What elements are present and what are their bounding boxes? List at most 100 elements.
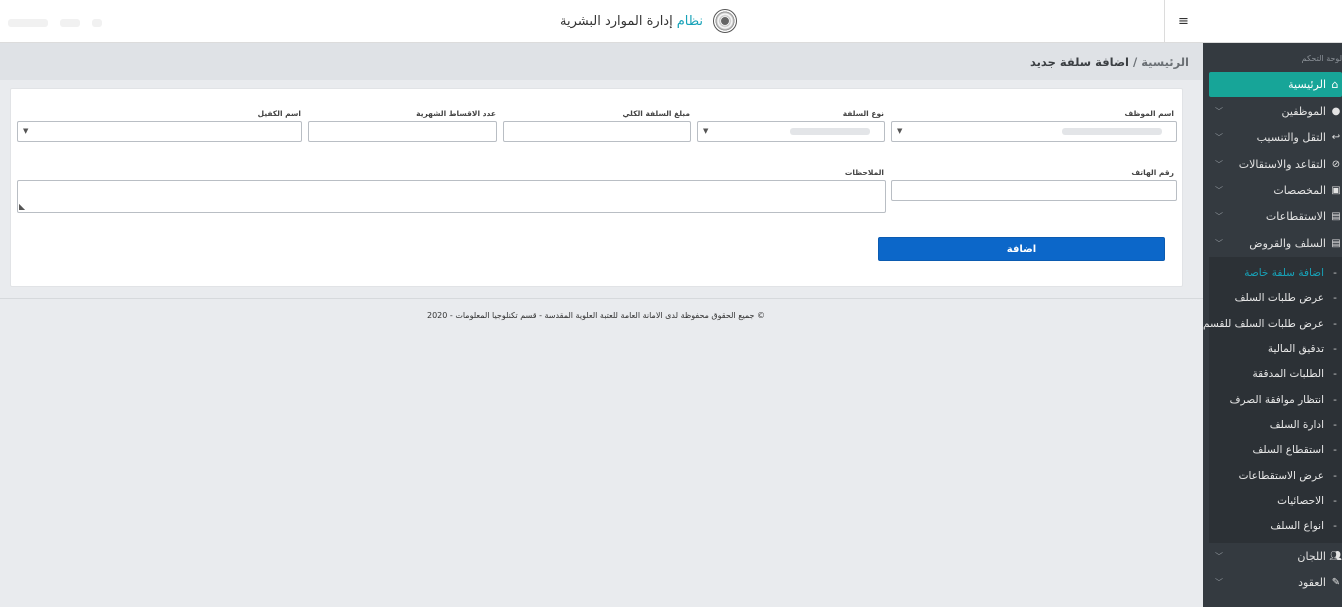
dash-icon: - (1333, 267, 1337, 279)
sidebar: لوحة التحكم ⌂ الرئيسية ● الموظفين ﹀ ↩ ال… (1203, 43, 1342, 607)
file-icon: ▤ (1331, 210, 1341, 222)
user-slash-icon: ⊘ (1331, 158, 1341, 170)
submenu-item-awaiting-disbursement[interactable]: - انتظار موافقة الصرف (1230, 390, 1342, 410)
notes-textarea[interactable]: ◣ (17, 180, 886, 213)
breadcrumb: الرئيسية / اضافة سلفة جديد (0, 43, 1203, 80)
reply-icon: ↩ (1331, 131, 1341, 143)
phone-label: رقم الهاتف (1131, 168, 1174, 177)
sidebar-item-loans[interactable]: ▤ السلف والقروض ﹀ (1211, 232, 1342, 254)
file-icon: ▤ (1331, 237, 1341, 249)
add-button[interactable]: اضافة (878, 237, 1165, 261)
sidebar-caption: لوحة التحكم (1301, 54, 1342, 63)
file-signature-icon: ✎ (1331, 576, 1341, 588)
resize-handle-icon[interactable]: ◣ (19, 202, 28, 211)
submenu-item-label: الطلبات المدققة (1252, 368, 1324, 380)
dash-icon: - (1333, 318, 1337, 330)
sidebar-item-label: العقود (1298, 575, 1326, 589)
chevron-down-icon: ﹀ (1215, 577, 1223, 587)
employee-name-value (1062, 128, 1162, 135)
footer-copyright: © جميع الحقوق محفوظة لدى الامانة العامة … (427, 311, 765, 320)
sidebar-item-committees[interactable]: 👥︎ اللجان ﹀ (1211, 545, 1342, 567)
submenu-item-view-department-requests[interactable]: - عرض طلبات السلف للقسم (1203, 314, 1342, 334)
submenu-item-view-deductions[interactable]: - عرض الاستقطاعات (1239, 466, 1342, 486)
submenu-item-label: عرض طلبات السلف للقسم (1203, 318, 1324, 330)
guarantor-select[interactable]: ▼ (17, 121, 302, 142)
installments-input[interactable] (308, 121, 497, 142)
total-amount-input[interactable] (503, 121, 691, 142)
chevron-down-icon: ﹀ (1215, 551, 1223, 561)
installments-label: عدد الاقساط الشهرية (416, 109, 496, 118)
sidebar-item-label: اللجان (1297, 549, 1326, 563)
submenu-item-loan-deduction[interactable]: - استقطاع السلف (1253, 440, 1342, 460)
submenu-item-add-special-loan[interactable]: - اضافة سلفة خاصة (1244, 263, 1342, 283)
sidebar-item-label: السلف والقروض (1249, 236, 1326, 250)
submenu-item-statistics[interactable]: - الاحصائيات (1277, 491, 1342, 511)
loans-submenu: - اضافة سلفة خاصة - عرض طلبات السلف - عرض ط… (1203, 257, 1342, 543)
user-icon: ● (1331, 105, 1341, 117)
total-amount-label: مبلغ السلفة الكلي (622, 109, 690, 118)
hamburger-menu-icon[interactable]: ≡ (1164, 0, 1202, 42)
notes-label: الملاحظات (844, 168, 884, 177)
chevron-down-icon: ﹀ (1215, 211, 1223, 221)
breadcrumb-home[interactable]: الرئيسية (1141, 55, 1189, 69)
dash-icon: - (1333, 495, 1337, 507)
sidebar-item-contracts[interactable]: ✎ العقود ﹀ (1211, 571, 1342, 593)
chevron-down-icon: ﹀ (1215, 238, 1223, 248)
sidebar-item-employees[interactable]: ● الموظفين ﹀ (1211, 100, 1342, 122)
sidebar-item-allowances[interactable]: ▣ المخصصات ﹀ (1211, 179, 1342, 201)
chevron-down-icon: ﹀ (1215, 106, 1223, 116)
sidebar-item-label: المخصصات (1273, 183, 1326, 197)
submenu-item-label: عرض الاستقطاعات (1238, 470, 1324, 482)
sidebar-item-label: الموظفين (1281, 104, 1326, 118)
brand-highlight: نظام (676, 13, 703, 29)
chevron-down-icon: ﹀ (1215, 159, 1223, 169)
submenu-item-label: استقطاع السلف (1252, 444, 1324, 456)
dash-icon: - (1333, 520, 1337, 532)
phone-input[interactable] (891, 180, 1177, 201)
sidebar-item-home[interactable]: ⌂ الرئيسية (1209, 72, 1342, 97)
sidebar-item-label: التقل والتنسيب (1256, 130, 1326, 144)
chevron-down-icon: ﹀ (1215, 132, 1223, 142)
blurred-user-area (8, 12, 148, 28)
top-header: نظام إدارة الموارد البشرية ≡ (0, 0, 1342, 43)
submenu-item-label: الاحصائيات (1277, 495, 1324, 507)
app-brand: نظام إدارة الموارد البشرية (560, 9, 737, 33)
submenu-item-finance-audit[interactable]: - تدقيق المالية (1268, 339, 1342, 359)
submenu-item-manage-loans[interactable]: - ادارة السلف (1270, 415, 1342, 435)
dash-icon: - (1333, 419, 1337, 431)
submenu-item-label: انتظار موافقة الصرف (1229, 394, 1324, 406)
sidebar-item-retirement[interactable]: ⊘ التقاعد والاستقالات ﹀ (1211, 153, 1342, 175)
users-icon: 👥︎ (1329, 550, 1342, 562)
submenu-item-loan-types[interactable]: - انواع السلف (1270, 516, 1342, 536)
emblem-logo (713, 9, 737, 33)
submenu-item-view-loan-requests[interactable]: - عرض طلبات السلف (1235, 288, 1342, 308)
dash-icon: - (1333, 394, 1337, 406)
sidebar-item-label: الرئيسية (1288, 78, 1326, 91)
dash-icon: - (1333, 343, 1337, 355)
submenu-item-label: انواع السلف (1270, 520, 1324, 532)
employee-name-select[interactable]: ▼ (891, 121, 1177, 142)
loan-type-label: نوع السلفة (842, 109, 884, 118)
sidebar-item-label: الاستقطاعات (1265, 209, 1326, 223)
submenu-item-label: عرض طلبات السلف (1234, 292, 1324, 304)
employee-name-label: اسم الموظف (1124, 109, 1174, 118)
dash-icon: - (1333, 368, 1337, 380)
chevron-down-icon: ▼ (897, 127, 903, 135)
sidebar-item-transfer[interactable]: ↩ التقل والتنسيب ﹀ (1211, 126, 1342, 148)
dash-icon: - (1333, 444, 1337, 456)
submenu-item-audited-requests[interactable]: - الطلبات المدققة (1253, 364, 1342, 384)
brand-title: إدارة الموارد البشرية (560, 13, 673, 29)
breadcrumb-current: اضافة سلفة جديد (1029, 54, 1129, 69)
dash-icon: - (1333, 292, 1337, 304)
loan-type-select[interactable]: ▼ (697, 121, 885, 142)
loan-type-value (790, 128, 870, 135)
loan-form-card: اسم الموظف نوع السلفة مبلغ السلفة الكلي … (10, 88, 1183, 287)
sidebar-item-label: التقاعد والاستقالات (1238, 157, 1326, 171)
submenu-item-label: ادارة السلف (1269, 419, 1324, 431)
dash-icon: - (1333, 470, 1337, 482)
file-plus-icon: ▣ (1331, 184, 1341, 196)
breadcrumb-separator: / (1133, 54, 1138, 69)
chevron-down-icon: ﹀ (1215, 185, 1223, 195)
sidebar-item-deductions[interactable]: ▤ الاستقطاعات ﹀ (1211, 205, 1342, 227)
footer-divider (0, 298, 1203, 299)
